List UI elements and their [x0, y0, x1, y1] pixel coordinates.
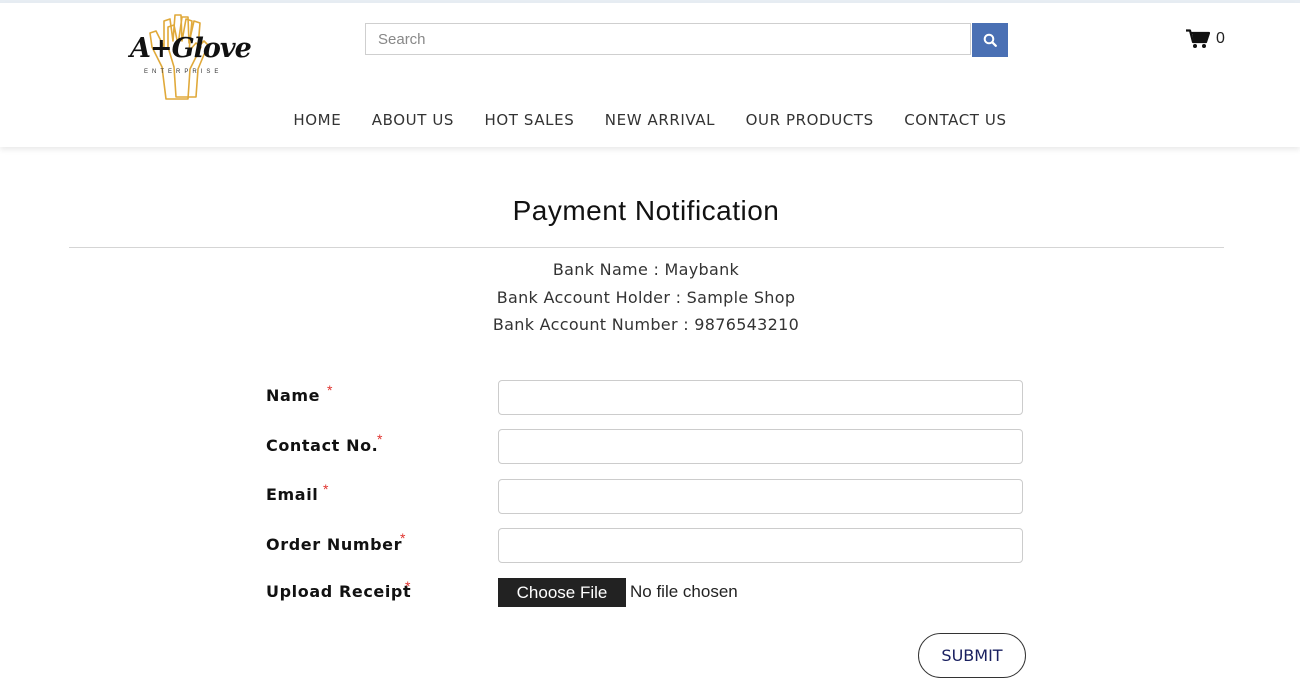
required-marker: * — [377, 431, 383, 447]
nav-contact-us[interactable]: CONTACT US — [904, 111, 1006, 129]
name-label: Name — [266, 386, 321, 405]
bank-account-holder: Bank Account Holder : Sample Shop — [496, 288, 796, 307]
page-title: Payment Notification — [512, 195, 780, 226]
file-status: No file chosen — [630, 582, 738, 601]
cart-icon — [1186, 29, 1210, 48]
search-input[interactable] — [365, 23, 971, 55]
required-marker: * — [323, 481, 329, 497]
contact-field[interactable] — [498, 429, 1023, 464]
choose-file-button[interactable]: Choose File — [498, 578, 626, 607]
search-button[interactable] — [972, 23, 1008, 57]
cart-count: 0 — [1216, 30, 1225, 47]
logo-text: A+Glove — [130, 33, 252, 64]
upload-receipt-label: Upload Receipt — [266, 582, 412, 601]
submit-button[interactable]: SUBMIT — [918, 633, 1026, 678]
nav-home[interactable]: HOME — [293, 111, 341, 129]
order-number-label: Order Number — [266, 535, 403, 554]
nav-about-us[interactable]: ABOUT US — [372, 111, 454, 129]
email-label: Email — [266, 485, 319, 504]
site-header: A+Glove ENTERPRISE 0 HOME ABOUT US HOT S… — [0, 3, 1300, 147]
email-field[interactable] — [498, 479, 1023, 514]
name-field[interactable] — [498, 380, 1023, 415]
title-divider — [69, 247, 1224, 248]
logo-subtitle: ENTERPRISE — [144, 69, 223, 75]
main-nav: HOME ABOUT US HOT SALES NEW ARRIVAL OUR … — [0, 111, 1300, 130]
contact-label: Contact No. — [266, 436, 379, 455]
cart[interactable]: 0 — [1186, 29, 1225, 49]
required-marker: * — [405, 578, 411, 594]
order-number-field[interactable] — [498, 528, 1023, 563]
required-marker: * — [327, 382, 333, 398]
required-marker: * — [400, 530, 406, 546]
search-icon — [983, 33, 997, 47]
bank-name: Bank Name : Maybank — [552, 260, 740, 279]
nav-our-products[interactable]: OUR PRODUCTS — [746, 111, 874, 129]
brand-logo[interactable]: A+Glove ENTERPRISE — [126, 7, 252, 103]
nav-hot-sales[interactable]: HOT SALES — [485, 111, 575, 129]
nav-new-arrival[interactable]: NEW ARRIVAL — [605, 111, 715, 129]
bank-account-number: Bank Account Number : 9876543210 — [492, 315, 800, 334]
